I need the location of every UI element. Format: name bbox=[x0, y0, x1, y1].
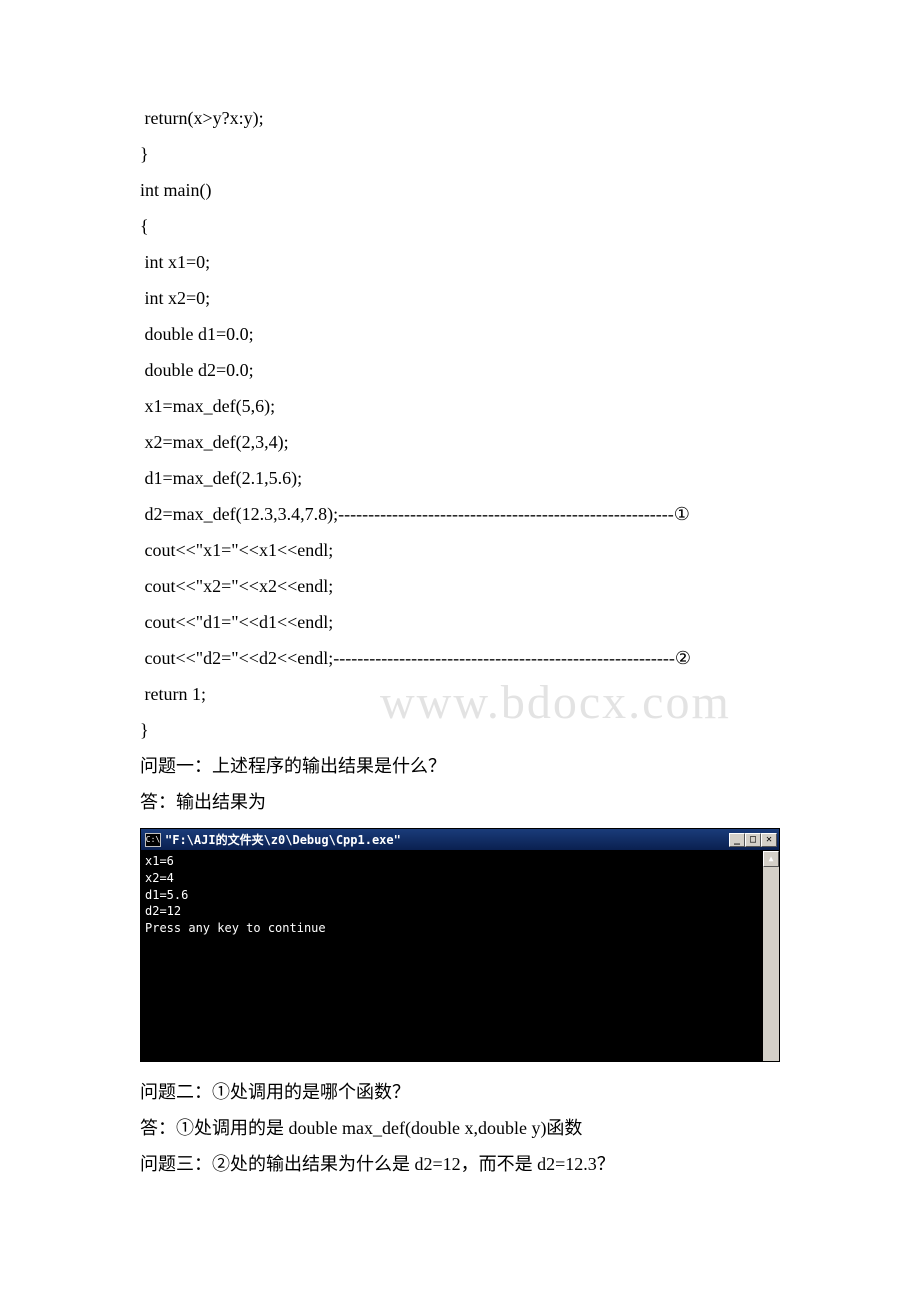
code-line: int x1=0; bbox=[140, 244, 780, 280]
code-line: } bbox=[140, 136, 780, 172]
code-line: cout<<"x2="<<x2<<endl; bbox=[140, 568, 780, 604]
window-titlebar: C:\ "F:\AJI的文件夹\z0\Debug\Cpp1.exe" _ □ ✕ bbox=[141, 829, 779, 851]
code-line: x1=max_def(5,6); bbox=[140, 388, 780, 424]
scroll-up-button[interactable]: ▲ bbox=[763, 851, 779, 867]
maximize-button[interactable]: □ bbox=[745, 833, 761, 847]
code-line: d1=max_def(2.1,5.6); bbox=[140, 460, 780, 496]
console-body: x1=6 x2=4 d1=5.6 d2=12 Press any key to … bbox=[141, 851, 779, 1061]
cmd-icon: C:\ bbox=[145, 833, 161, 847]
console-window: C:\ "F:\AJI的文件夹\z0\Debug\Cpp1.exe" _ □ ✕… bbox=[140, 828, 780, 1062]
code-line: { bbox=[140, 208, 780, 244]
scrollbar[interactable]: ▲ bbox=[763, 851, 779, 1061]
code-line: double d1=0.0; bbox=[140, 316, 780, 352]
answer-1: 答：输出结果为 bbox=[140, 784, 780, 820]
code-line: return(x>y?x:y); bbox=[140, 100, 780, 136]
code-line: cout<<"d1="<<d1<<endl; bbox=[140, 604, 780, 640]
code-line: } bbox=[140, 712, 780, 748]
code-line: return 1; bbox=[140, 676, 780, 712]
code-line: int x2=0; bbox=[140, 280, 780, 316]
question-1: 问题一：上述程序的输出结果是什么？ bbox=[140, 748, 780, 784]
code-line: double d2=0.0; bbox=[140, 352, 780, 388]
console-output: x1=6 x2=4 d1=5.6 d2=12 Press any key to … bbox=[145, 853, 775, 937]
question-2: 问题二：①处调用的是哪个函数？ bbox=[140, 1074, 780, 1110]
code-line: d2=max_def(12.3,3.4,7.8);---------------… bbox=[140, 496, 780, 532]
code-line: cout<<"d2="<<d2<<endl;------------------… bbox=[140, 640, 780, 676]
window-controls: _ □ ✕ bbox=[729, 833, 777, 847]
code-line: int main() bbox=[140, 172, 780, 208]
code-line: cout<<"x1="<<x1<<endl; bbox=[140, 532, 780, 568]
answer-2: 答：①处调用的是 double max_def(double x,double … bbox=[140, 1110, 780, 1146]
window-title: "F:\AJI的文件夹\z0\Debug\Cpp1.exe" bbox=[165, 831, 401, 848]
question-3: 问题三：②处的输出结果为什么是 d2=12，而不是 d2=12.3？ bbox=[140, 1146, 780, 1182]
titlebar-left: C:\ "F:\AJI的文件夹\z0\Debug\Cpp1.exe" bbox=[145, 831, 401, 848]
code-line: x2=max_def(2,3,4); bbox=[140, 424, 780, 460]
close-button[interactable]: ✕ bbox=[761, 833, 777, 847]
minimize-button[interactable]: _ bbox=[729, 833, 745, 847]
